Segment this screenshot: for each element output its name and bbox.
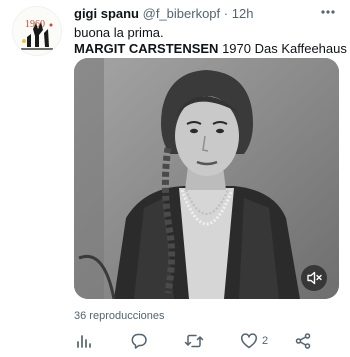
reply-icon bbox=[131, 333, 147, 349]
tweet-text-bold: MARGIT CARSTENSEN bbox=[74, 41, 219, 56]
tweet-text-line1: buona la prima. bbox=[74, 25, 164, 40]
tweet-actions: 2 bbox=[74, 330, 339, 352]
share-icon bbox=[295, 333, 311, 349]
volume-muted-icon bbox=[307, 271, 322, 285]
like-button[interactable]: 2 bbox=[240, 330, 268, 352]
analytics-button[interactable] bbox=[74, 330, 92, 352]
like-count: 2 bbox=[262, 335, 269, 347]
tweet-time[interactable]: 12h bbox=[232, 6, 254, 21]
video-player[interactable] bbox=[74, 58, 339, 299]
author-avatar[interactable]: 1960 bbox=[12, 6, 62, 56]
author-name[interactable]: gigi spanu bbox=[74, 6, 139, 21]
heart-icon bbox=[241, 333, 257, 349]
mute-toggle-button[interactable] bbox=[301, 265, 327, 291]
tweet-text-rest: 1970 Das Kaffeehaus bbox=[218, 41, 347, 56]
video-frame bbox=[74, 58, 339, 299]
tweet-text-line2: MARGIT CARSTENSEN 1970 Das Kaffeehaus bbox=[74, 40, 347, 57]
bar-chart-icon bbox=[77, 335, 91, 348]
reply-button[interactable] bbox=[130, 330, 148, 352]
avatar-image: 1960 bbox=[13, 7, 61, 55]
retweet-icon bbox=[184, 334, 204, 348]
header-separator: · bbox=[223, 6, 229, 21]
more-options-button[interactable] bbox=[318, 3, 338, 21]
retweet-button[interactable] bbox=[184, 330, 204, 352]
share-button[interactable] bbox=[294, 330, 312, 352]
tweet-header: gigi spanu @f_biberkopf · 12h bbox=[74, 5, 320, 23]
view-count: 36 reproducciones bbox=[74, 310, 165, 322]
author-handle[interactable]: @f_biberkopf bbox=[143, 6, 221, 21]
more-horizontal-icon bbox=[321, 10, 335, 14]
